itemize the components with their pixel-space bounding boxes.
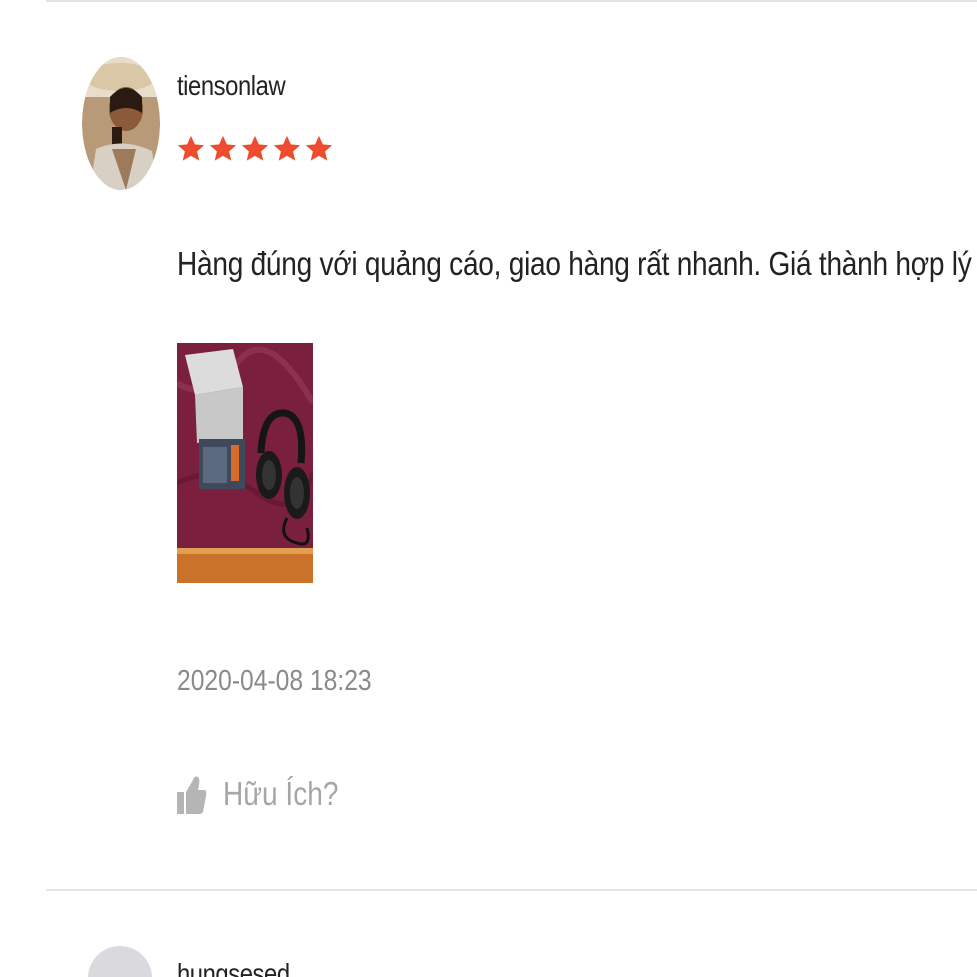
top-divider: [46, 0, 977, 2]
helpful-label: Hữu Ích?: [223, 775, 339, 812]
star-icon: [209, 135, 237, 161]
star-icon: [273, 135, 301, 161]
star-icon: [241, 135, 269, 161]
review-timestamp: 2020-04-08 18:23: [177, 665, 372, 697]
reviewer-avatar[interactable]: [82, 57, 160, 190]
star-icon: [177, 135, 205, 161]
reviewer-username: tiensonlaw: [177, 70, 286, 101]
reviewer-username: hungsesed: [177, 958, 290, 977]
reviewer-avatar[interactable]: [88, 946, 152, 977]
helpful-button[interactable]: Hữu Ích?: [177, 772, 359, 816]
star-icon: [305, 135, 333, 161]
reviews-page: tiensonlaw Hàng đúng với quảng cáo, giao…: [0, 0, 977, 977]
review-photo[interactable]: [177, 343, 313, 583]
thumbs-up-icon: [177, 776, 207, 814]
headphones-photo: [177, 343, 313, 583]
rating-stars: [176, 134, 334, 164]
review-divider: [46, 889, 977, 891]
avatar-photo: [82, 57, 160, 190]
review-comment: Hàng đúng với quảng cáo, giao hàng rất n…: [177, 245, 972, 282]
